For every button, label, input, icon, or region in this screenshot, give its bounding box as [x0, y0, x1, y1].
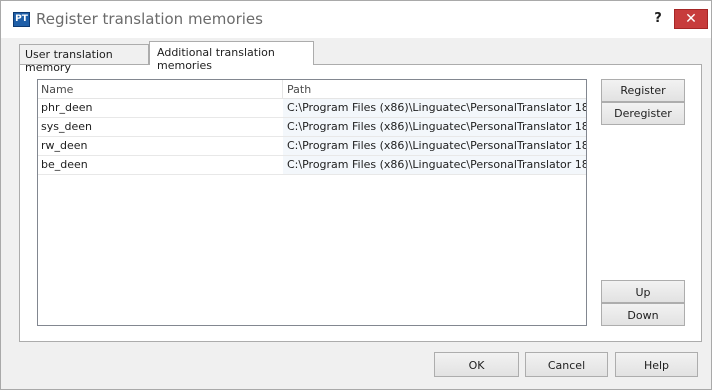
table-row[interactable]: sys_deen C:\Program Files (x86)\Linguate…: [38, 118, 586, 137]
translation-memory-list[interactable]: Name Path phr_deen C:\Program Files (x86…: [37, 79, 587, 326]
table-row[interactable]: rw_deen C:\Program Files (x86)\Linguatec…: [38, 137, 586, 156]
cell-path: C:\Program Files (x86)\Linguatec\Persona…: [283, 137, 586, 155]
title-bar: PT Register translation memories ? ✕: [1, 1, 711, 38]
register-button[interactable]: Register: [601, 79, 685, 102]
cell-path: C:\Program Files (x86)\Linguatec\Persona…: [283, 156, 586, 174]
column-header-path[interactable]: Path: [283, 80, 586, 98]
help-question-icon[interactable]: ?: [650, 11, 666, 26]
window-title: Register translation memories: [36, 10, 263, 28]
tab-additional-translation-memories[interactable]: Additional translation memories: [149, 41, 314, 72]
help-button-label: Help: [643, 359, 670, 372]
cell-name: rw_deen: [41, 139, 88, 152]
table-row[interactable]: phr_deen C:\Program Files (x86)\Linguate…: [38, 99, 586, 118]
column-header-name[interactable]: Name: [38, 80, 283, 98]
cell-path: C:\Program Files (x86)\Linguatec\Persona…: [283, 118, 586, 136]
cell-path: C:\Program Files (x86)\Linguatec\Persona…: [283, 99, 586, 117]
register-button-label: Register: [620, 84, 666, 97]
close-button[interactable]: ✕: [674, 9, 708, 29]
move-down-button-label: Down: [627, 309, 659, 322]
close-icon: ✕: [685, 11, 697, 27]
deregister-button-label: Deregister: [614, 107, 672, 120]
move-up-button[interactable]: Up: [601, 280, 685, 303]
move-down-button[interactable]: Down: [601, 303, 685, 326]
ok-button[interactable]: OK: [434, 352, 519, 377]
cancel-button-label: Cancel: [547, 359, 586, 372]
move-up-button-label: Up: [635, 286, 651, 299]
cell-name: be_deen: [41, 158, 88, 171]
ok-button-label: OK: [468, 359, 485, 372]
cell-name: phr_deen: [41, 101, 93, 114]
tab-user-translation-memory[interactable]: User translation memory: [19, 44, 149, 74]
list-header: Name Path: [38, 80, 586, 99]
deregister-button[interactable]: Deregister: [601, 102, 685, 125]
help-button[interactable]: Help: [615, 352, 698, 377]
table-row[interactable]: be_deen C:\Program Files (x86)\Linguatec…: [38, 156, 586, 175]
cancel-button[interactable]: Cancel: [525, 352, 608, 377]
app-logo-icon: PT: [13, 12, 30, 27]
cell-name: sys_deen: [41, 120, 92, 133]
app-logo-text: PT: [15, 14, 28, 24]
